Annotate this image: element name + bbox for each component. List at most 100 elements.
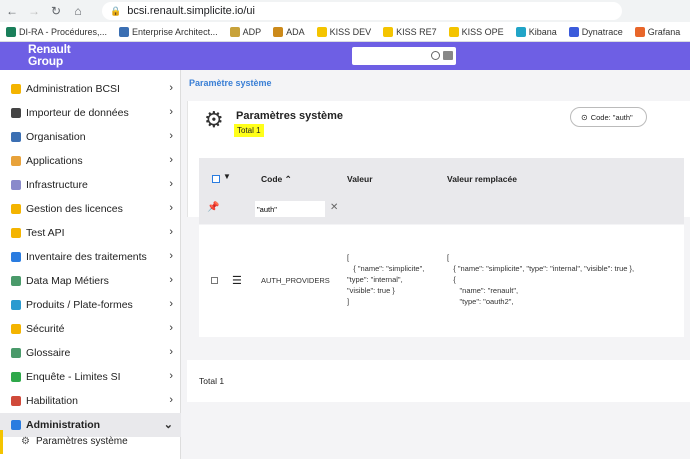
chevron-right-icon[interactable]: › xyxy=(169,346,173,358)
sidebar-subitem-parametres-systeme[interactable]: ⚙ Paramètres système xyxy=(0,430,181,454)
chevron-right-icon[interactable]: › xyxy=(169,274,173,286)
bookmark-label: KISS DEV xyxy=(329,26,372,37)
bookmark-item[interactable]: Grafana xyxy=(634,26,681,37)
sidebar-item[interactable]: Inventaire des traitements › xyxy=(0,245,181,269)
sidebar-item[interactable]: Organisation › xyxy=(0,125,181,149)
chevron-right-icon[interactable]: › xyxy=(169,250,173,262)
chevron-right-icon[interactable]: › xyxy=(169,154,173,166)
chevron-right-icon[interactable]: › xyxy=(169,226,173,238)
forward-icon[interactable]: → xyxy=(28,4,40,18)
sidebar-item[interactable]: Test API › xyxy=(0,221,181,245)
global-search-input[interactable] xyxy=(352,47,456,65)
breadcrumb[interactable]: Paramètre système xyxy=(189,78,272,88)
sidebar-item[interactable]: Importeur de données › xyxy=(0,101,181,125)
bookmark-item[interactable]: ADA xyxy=(273,26,305,37)
bookmark-label: ADP xyxy=(242,26,262,37)
bookmark-icon xyxy=(568,26,579,37)
chevron-right-icon[interactable]: › xyxy=(169,394,173,406)
bookmark-icon xyxy=(515,26,526,37)
code-filter-input[interactable] xyxy=(255,201,325,217)
bookmark-label: Grafana xyxy=(647,26,681,37)
cell-replaced-value[interactable]: [ { "name": "simplicite", "type": "inter… xyxy=(447,252,634,307)
bookmark-item[interactable]: DI-RA - Procédures,... xyxy=(6,26,108,37)
bookmark-item[interactable]: Dynatrace xyxy=(568,26,623,37)
chevron-right-icon[interactable]: › xyxy=(169,322,173,334)
column-header-replaced-value[interactable]: Valeur remplacée xyxy=(447,174,517,184)
chevron-right-icon[interactable]: › xyxy=(169,178,173,190)
reload-icon[interactable]: ↻ xyxy=(50,4,62,18)
home-icon[interactable]: ⌂ xyxy=(72,4,84,18)
globe-icon xyxy=(11,252,21,262)
filter-chip-code[interactable]: ⊙ Code: "auth" xyxy=(570,107,647,127)
bookmark-label: Kibana xyxy=(528,26,557,37)
sidebar-item[interactable]: Applications › xyxy=(0,149,181,173)
row-checkbox[interactable] xyxy=(211,277,218,284)
sidebar-item[interactable]: Administration BCSI › xyxy=(0,77,181,101)
bookmark-icon xyxy=(448,26,459,37)
bookmark-label: Dynatrace xyxy=(581,26,623,37)
bookmark-item[interactable]: KISS OPE xyxy=(448,26,504,37)
bookmark-item[interactable]: Kibana xyxy=(515,26,557,37)
chevron-right-icon[interactable]: › xyxy=(169,130,173,142)
gear-icon: ⚙ xyxy=(204,107,224,132)
sidebar-item[interactable]: Sécurité › xyxy=(0,317,181,341)
sidebar-item-label: Administration BCSI xyxy=(26,83,120,95)
warning-icon xyxy=(11,324,21,334)
sidebar-item[interactable]: Glossaire › xyxy=(0,341,181,365)
chevron-right-icon[interactable]: › xyxy=(169,82,173,94)
bookmark-item[interactable]: Enterprise Architect... xyxy=(119,26,218,37)
sidebar-item[interactable]: Produits / Plate-formes › xyxy=(0,293,181,317)
column-header-code[interactable]: Code ⌃ xyxy=(261,174,292,185)
bookmark-label: Enterprise Architect... xyxy=(132,26,218,37)
sidebar-item[interactable]: Infrastructure › xyxy=(0,173,181,197)
bookmark-icon xyxy=(634,26,645,37)
browser-toolbar: ← → ↻ ⌂ 🔒 bcsi.renault.simplicite.io/ui xyxy=(0,0,690,22)
chevron-right-icon[interactable]: › xyxy=(169,298,173,310)
sidebar-item-label: Importeur de données xyxy=(26,107,129,119)
check-icon xyxy=(11,372,21,382)
server-icon xyxy=(11,180,21,190)
map-icon xyxy=(11,276,21,286)
bookmark-icon xyxy=(383,26,394,37)
bookmark-label: KISS RE7 xyxy=(396,26,437,37)
bookmark-label: DI-RA - Procédures,... xyxy=(19,26,108,37)
logo-line-2: Group xyxy=(28,54,63,68)
sidebar-item-label: Infrastructure xyxy=(26,179,88,191)
sidebar-item[interactable]: Data Map Métiers › xyxy=(0,269,181,293)
sidebar-item[interactable]: Gestion des licences › xyxy=(0,197,181,221)
chevron-right-icon[interactable]: › xyxy=(169,202,173,214)
bookmark-item[interactable]: ADP xyxy=(229,26,262,37)
sidebar-item[interactable]: Enquête - Limites SI › xyxy=(0,365,181,389)
bookmark-icon xyxy=(229,26,240,37)
select-all-checkbox[interactable] xyxy=(212,175,220,183)
keyboard-icon[interactable] xyxy=(443,51,453,60)
bookmark-label: ADA xyxy=(286,26,305,37)
bookmark-item[interactable]: KISS RE7 xyxy=(383,26,437,37)
bookmark-icon xyxy=(6,26,16,37)
sidebar-item[interactable]: Habilitation › xyxy=(0,389,181,413)
back-icon[interactable]: ← xyxy=(6,4,18,18)
pin-icon[interactable]: 📌 xyxy=(207,202,219,213)
chevron-down-icon[interactable]: ▼ xyxy=(223,172,231,181)
clear-filter-icon[interactable]: ✕ xyxy=(330,202,338,213)
sort-up-icon: ⌃ xyxy=(282,174,292,184)
sidebar-item-label: Data Map Métiers xyxy=(26,275,109,287)
products-icon xyxy=(11,300,21,310)
chevron-right-icon[interactable]: › xyxy=(169,370,173,382)
bookmark-label: KISS OPE xyxy=(461,26,504,37)
bookmark-item[interactable]: KISS DEV xyxy=(316,26,372,37)
user-icon xyxy=(11,396,21,406)
address-bar[interactable]: 🔒 bcsi.renault.simplicite.io/ui xyxy=(102,2,622,20)
app-header: Renault Group xyxy=(0,42,690,70)
renault-group-logo[interactable]: Renault Group xyxy=(28,43,71,67)
table-row[interactable]: ☰ AUTH_PROVIDERS [ { "name": "simplicite… xyxy=(199,225,684,337)
row-menu-icon[interactable]: ☰ xyxy=(232,274,242,287)
cell-value[interactable]: [ { "name": "simplicite", "type": "inter… xyxy=(347,252,424,307)
search-icon[interactable] xyxy=(431,51,440,60)
sidebar-item-label: Sécurité xyxy=(26,323,65,335)
cell-code[interactable]: AUTH_PROVIDERS xyxy=(261,275,330,286)
folder-icon xyxy=(11,228,21,238)
chevron-right-icon[interactable]: › xyxy=(169,106,173,118)
column-header-value[interactable]: Valeur xyxy=(347,174,373,184)
sidebar-item-label: Enquête - Limites SI xyxy=(26,371,121,383)
